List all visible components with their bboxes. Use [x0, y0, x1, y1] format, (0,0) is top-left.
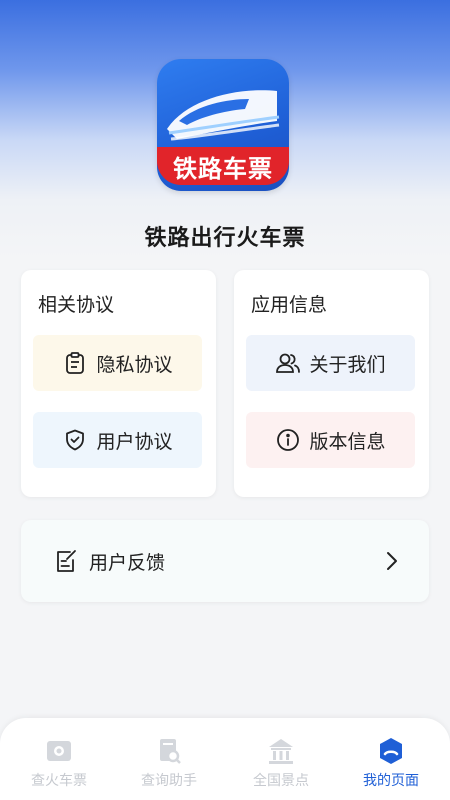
agreements-card: 相关协议 隐私协议 用户协议	[21, 270, 216, 497]
shield-check-icon	[62, 427, 88, 453]
version-info-label: 版本信息	[309, 430, 386, 453]
feedback-label: 用户反馈	[89, 552, 166, 574]
tab-query-assistant-label: 查询助手	[141, 773, 197, 789]
info-icon	[275, 427, 301, 453]
tab-my-page-label: 我的页面	[363, 773, 419, 789]
app-logo: 铁路车票	[157, 59, 289, 191]
agreements-title: 相关协议	[38, 294, 115, 316]
profile-icon	[376, 736, 406, 766]
tab-national-attractions[interactable]: 全国景点	[226, 736, 336, 790]
tab-my-page[interactable]: 我的页面	[336, 736, 446, 790]
about-us-label: 关于我们	[309, 353, 386, 376]
user-agreement-label: 用户协议	[96, 430, 173, 453]
tab-national-attractions-label: 全国景点	[253, 773, 309, 789]
logo-text: 铁路车票	[157, 147, 289, 185]
tab-query-assistant[interactable]: 查询助手	[114, 736, 224, 790]
app-info-card: 应用信息 关于我们 版本信息	[234, 270, 429, 497]
app-info-title: 应用信息	[251, 294, 328, 316]
privacy-agreement-button[interactable]: 隐私协议	[33, 335, 202, 391]
about-us-button[interactable]: 关于我们	[246, 335, 415, 391]
edit-note-icon	[53, 548, 79, 574]
feedback-row[interactable]: 用户反馈	[21, 520, 429, 602]
search-doc-icon	[154, 736, 184, 766]
app-name: 铁路出行火车票	[144, 226, 306, 251]
users-icon	[275, 350, 301, 376]
version-info-button[interactable]: 版本信息	[246, 412, 415, 468]
tab-train-tickets-label: 查火车票	[31, 773, 87, 789]
user-agreement-button[interactable]: 用户协议	[33, 412, 202, 468]
landmark-icon	[266, 736, 296, 766]
privacy-agreement-label: 隐私协议	[96, 353, 173, 376]
ticket-icon	[44, 736, 74, 766]
bottom-tab-bar: 查火车票 查询助手 全国景点 我的页面	[0, 718, 450, 800]
chevron-right-icon	[385, 550, 399, 572]
clipboard-icon	[62, 350, 88, 376]
tab-train-tickets[interactable]: 查火车票	[4, 736, 114, 790]
